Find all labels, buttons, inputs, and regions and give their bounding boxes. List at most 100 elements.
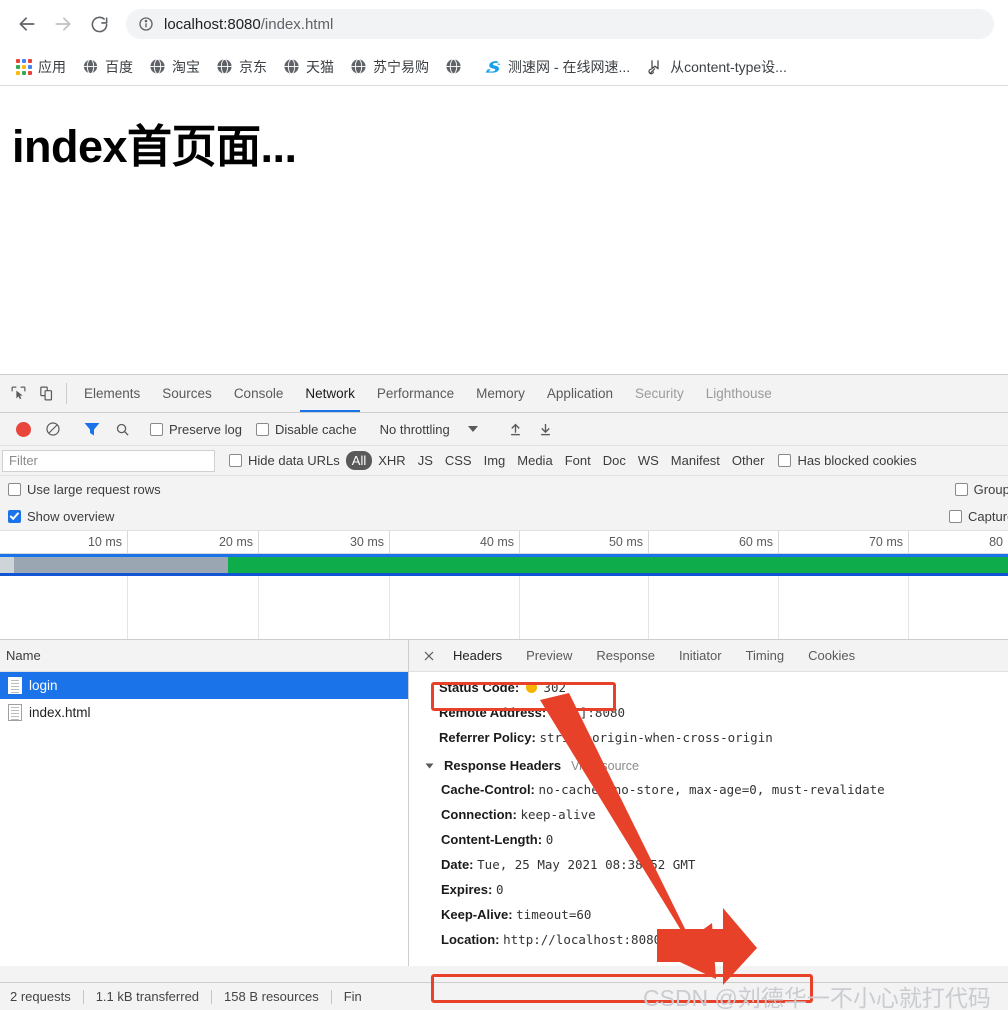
devtools-tab-sources[interactable]: Sources	[151, 375, 223, 412]
filter-type-ws[interactable]: WS	[632, 451, 665, 470]
ruler-tick: 20 ms	[128, 531, 259, 554]
hide-data-urls-checkbox[interactable]: Hide data URLs	[229, 453, 340, 468]
devtools-tab-lighthouse[interactable]: Lighthouse	[695, 375, 783, 412]
address-bar[interactable]: localhost:8080/index.html	[126, 9, 994, 39]
status-warning-dot-icon	[525, 682, 537, 693]
devtools-tab-console[interactable]: Console	[223, 375, 295, 412]
bookmark-content-type[interactable]: 从content-type设...	[638, 53, 795, 81]
chevron-down-icon	[425, 763, 434, 768]
ruler-tick: 10 ms	[0, 531, 128, 554]
import-har-icon[interactable]	[501, 416, 531, 442]
referrer-policy-key: Referrer Policy:	[439, 730, 536, 745]
devtools-tab-application[interactable]: Application	[536, 375, 624, 412]
page-title: index首页面...	[12, 121, 297, 172]
filter-type-all[interactable]: All	[345, 451, 373, 470]
devtools-tab-network[interactable]: Network	[294, 375, 366, 412]
devtools-tab-security[interactable]: Security	[624, 375, 695, 412]
info-circle-icon[interactable]	[138, 16, 154, 32]
header-value: Tue, 25 May 2021 08:38:52 GMT	[477, 857, 696, 872]
filter-type-img[interactable]: Img	[478, 451, 512, 470]
has-blocked-cookies-label: Has blocked cookies	[797, 453, 917, 468]
bookmark-taobao[interactable]: 淘宝	[141, 53, 208, 81]
has-blocked-cookies-checkbox[interactable]: Has blocked cookies	[778, 453, 917, 468]
filter-type-manifest[interactable]: Manifest	[665, 451, 726, 470]
filter-type-xhr[interactable]: XHR	[372, 451, 411, 470]
detail-tab-timing[interactable]: Timing	[734, 640, 797, 672]
search-magnifier-icon[interactable]	[107, 416, 137, 442]
detail-tab-initiator[interactable]: Initiator	[667, 640, 734, 672]
show-overview-label: Show overview	[27, 509, 115, 524]
table-row[interactable]: login	[0, 672, 408, 699]
bookmark-suning[interactable]: 苏宁易购	[342, 53, 437, 81]
filter-type-font[interactable]: Font	[559, 451, 597, 470]
response-headers-section[interactable]: Response Headers View source	[425, 758, 1008, 773]
disable-cache-label: Disable cache	[274, 421, 357, 437]
capture-screenshots-checkbox[interactable]: Capture screenshots	[949, 509, 1008, 524]
detail-tabbar: Headers Preview Response Initiator Timin…	[409, 640, 1008, 672]
tab-label: Console	[233, 386, 284, 401]
checkbox-box	[150, 422, 163, 436]
document-icon	[8, 704, 22, 721]
capture-screenshots-label: Capture screenshots	[968, 509, 1008, 524]
hide-data-urls-label: Hide data URLs	[248, 453, 340, 468]
filter-type-doc[interactable]: Doc	[597, 451, 632, 470]
devtools-tab-performance[interactable]: Performance	[366, 375, 465, 412]
speedtest-icon	[485, 60, 501, 73]
options-row-1: Use large request rows Group by frame	[0, 476, 1008, 503]
disable-cache-checkbox[interactable]: Disable cache	[255, 421, 357, 437]
checkbox-box	[229, 454, 242, 467]
bookmark-jd[interactable]: 京东	[208, 53, 275, 81]
chevron-down-icon	[467, 426, 478, 432]
show-overview-checkbox[interactable]: Show overview	[8, 509, 114, 524]
export-har-icon[interactable]	[531, 416, 561, 442]
timeline-ruler: 10 ms 20 ms 30 ms 40 ms 50 ms 60 ms 70 m…	[0, 531, 1008, 554]
back-arrow-icon[interactable]	[10, 7, 44, 41]
forward-arrow-icon[interactable]	[46, 7, 80, 41]
status-transferred: 1.1 kB transferred	[95, 989, 200, 1004]
referrer-policy-line: Referrer Policy: strict-origin-when-cros…	[439, 730, 1008, 746]
devtools-tab-memory[interactable]: Memory	[465, 375, 536, 412]
network-overview[interactable]: 10 ms 20 ms 30 ms 40 ms 50 ms 60 ms 70 m…	[0, 530, 1008, 639]
screenshot-root: localhost:8080/index.html 应用 百度 淘宝 京东 天猫…	[0, 0, 1008, 1010]
request-detail-pane: Headers Preview Response Initiator Timin…	[409, 640, 1008, 966]
filter-type-css[interactable]: CSS	[439, 451, 478, 470]
detail-tab-preview[interactable]: Preview	[514, 640, 584, 672]
detail-tab-response[interactable]: Response	[584, 640, 667, 672]
url-host: localhost:8080	[164, 15, 261, 33]
filter-type-other[interactable]: Other	[726, 451, 771, 470]
filter-type-js[interactable]: JS	[412, 451, 439, 470]
devtools-tab-elements[interactable]: Elements	[73, 375, 151, 412]
bookmark-unlabeled[interactable]	[437, 54, 476, 79]
status-code-value: 302	[543, 680, 566, 695]
close-x-icon[interactable]	[417, 650, 441, 662]
view-source-link[interactable]: View source	[571, 759, 639, 773]
request-list-pane: Name login index.html	[0, 640, 409, 966]
group-by-frame-label: Group by frame	[973, 482, 1008, 497]
clear-no-entry-icon[interactable]	[38, 416, 68, 442]
bookmark-tmall[interactable]: 天猫	[275, 53, 342, 81]
request-column-header[interactable]: Name	[0, 640, 408, 672]
reload-icon[interactable]	[82, 7, 116, 41]
throttling-value: No throttling	[379, 421, 450, 437]
header-value: keep-alive	[520, 807, 596, 822]
record-stop-icon[interactable]	[8, 416, 38, 442]
detail-tab-headers[interactable]: Headers	[441, 640, 514, 672]
filter-type-media[interactable]: Media	[511, 451, 558, 470]
cursor-inspect-icon[interactable]	[4, 375, 32, 412]
devtools-panel: Elements Sources Console Network Perform…	[0, 374, 1008, 1010]
throttling-dropdown[interactable]: No throttling	[374, 422, 484, 437]
group-by-frame-checkbox[interactable]: Group by frame	[954, 482, 1008, 497]
header-keep-alive: Keep-Alive: timeout=60	[439, 907, 1008, 923]
funnel-filter-icon[interactable]	[77, 416, 107, 442]
tab-label: Performance	[376, 386, 455, 401]
filter-input[interactable]: Filter	[2, 449, 215, 472]
bookmark-speedtest[interactable]: 测速网 - 在线网速...	[476, 53, 638, 81]
detail-tab-cookies[interactable]: Cookies	[796, 640, 867, 672]
device-toolbar-icon[interactable]	[32, 375, 60, 412]
use-large-request-rows-checkbox[interactable]: Use large request rows	[8, 482, 161, 497]
header-key: Location:	[441, 932, 500, 947]
preserve-log-checkbox[interactable]: Preserve log	[150, 422, 242, 437]
bookmark-apps[interactable]: 应用	[8, 53, 74, 81]
bookmark-baidu[interactable]: 百度	[74, 53, 141, 81]
table-row[interactable]: index.html	[0, 699, 408, 726]
